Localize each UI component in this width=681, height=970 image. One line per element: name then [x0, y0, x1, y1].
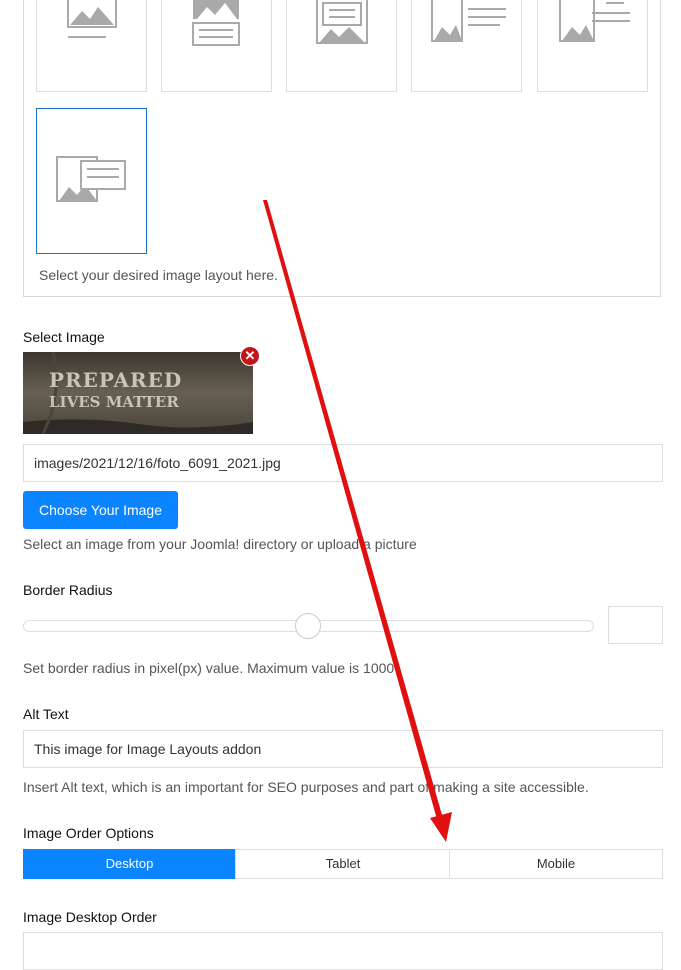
alt-text-label: Alt Text — [23, 706, 69, 722]
tab-tablet[interactable]: Tablet — [235, 849, 450, 879]
layout-image-icon — [67, 0, 117, 38]
tab-desktop[interactable]: Desktop — [23, 849, 236, 879]
layout-option-3[interactable] — [286, 0, 397, 92]
tab-mobile[interactable]: Mobile — [449, 849, 663, 879]
select-image-label: Select Image — [23, 329, 105, 345]
thumbnail-text-line-1: PREPARED — [49, 368, 183, 392]
layout-option-5[interactable] — [537, 0, 648, 92]
layout-help-text: Select your desired image layout here. — [39, 267, 278, 283]
alt-text-help-text: Insert Alt text, which is an important f… — [23, 779, 589, 795]
image-desktop-order-field[interactable] — [23, 932, 663, 970]
thumbnail-text-line-2: LIVES MATTER — [49, 393, 179, 411]
layout-image-card-icon — [56, 156, 126, 202]
border-radius-slider-handle[interactable] — [295, 613, 321, 639]
layout-option-2[interactable] — [161, 0, 272, 92]
layout-option-4[interactable] — [411, 0, 522, 92]
layout-overlay-icon — [316, 0, 368, 44]
layout-image-left-text-icon — [431, 0, 506, 42]
image-desktop-order-label: Image Desktop Order — [23, 909, 157, 925]
remove-image-icon[interactable]: ✕ — [240, 346, 260, 366]
layout-option-6[interactable] — [36, 108, 147, 254]
image-path-field[interactable]: images/2021/12/16/foto_6091_2021.jpg — [23, 444, 663, 482]
choose-image-button[interactable]: Choose Your Image — [23, 491, 178, 529]
layout-image-text-icon — [192, 0, 240, 46]
border-radius-value-field[interactable] — [608, 606, 663, 644]
image-order-options-label: Image Order Options — [23, 825, 154, 841]
border-radius-label: Border Radius — [23, 582, 113, 598]
layout-image-text-overlap-icon — [559, 0, 630, 42]
image-help-text: Select an image from your Joomla! direct… — [23, 536, 417, 552]
image-thumbnail: PREPARED LIVES MATTER — [23, 352, 253, 434]
alt-text-field[interactable]: This image for Image Layouts addon — [23, 730, 663, 768]
layout-option-1[interactable] — [36, 0, 147, 92]
border-radius-help-text: Set border radius in pixel(px) value. Ma… — [23, 660, 395, 676]
